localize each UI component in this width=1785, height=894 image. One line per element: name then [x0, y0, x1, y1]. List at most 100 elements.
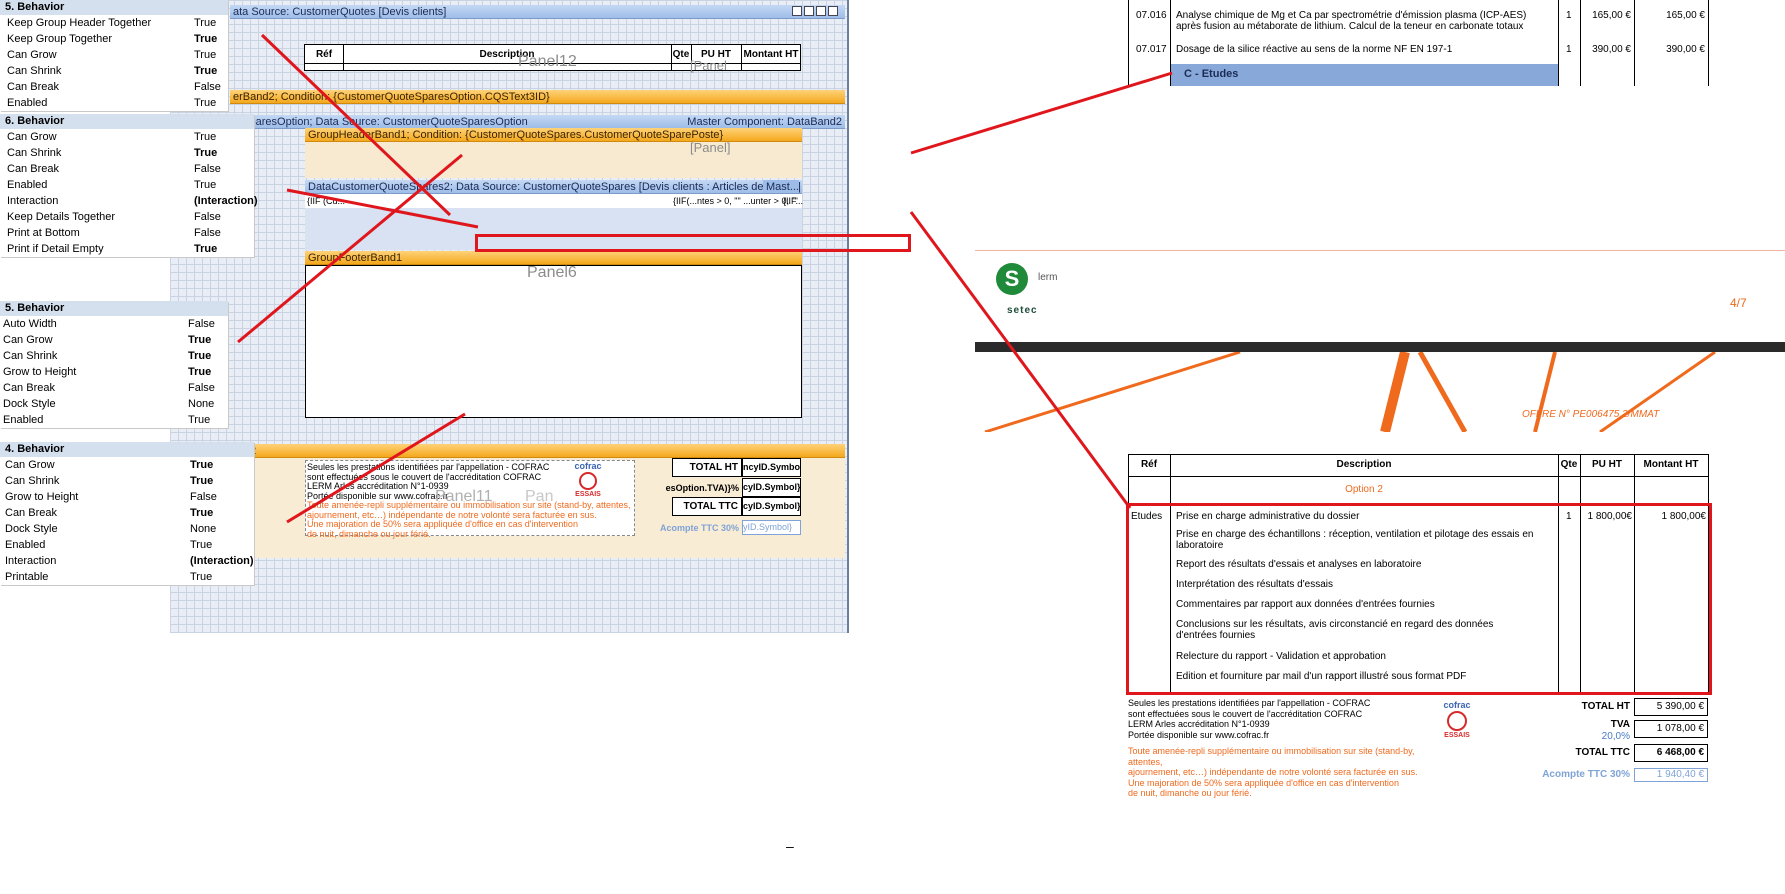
prop-value[interactable]: True [194, 63, 217, 79]
data-row[interactable]: {IIF (Cu... {IIF(...ntes > 0, "" ...unte… [305, 194, 803, 208]
prop-row[interactable]: Can Break False [0, 380, 228, 396]
prop-row[interactable]: Dock Style None [0, 521, 254, 537]
panel6[interactable] [305, 265, 802, 418]
behavior-panel-group-header[interactable]: 5. Behavior Keep Group Header Together Tr… [0, 0, 228, 111]
prop-value[interactable]: False [194, 79, 221, 95]
prop-row[interactable]: Can Shrink True [0, 348, 228, 364]
prop-row[interactable]: Interaction (Interaction) [0, 193, 258, 209]
prop-value[interactable]: True [190, 473, 213, 489]
prop-value[interactable]: None [188, 396, 214, 412]
footer-band[interactable]: 2 [230, 444, 845, 458]
prop-row[interactable]: Can Break True [0, 505, 254, 521]
prop-value[interactable]: True [188, 348, 211, 364]
total-ht-value[interactable]: ncyID.Symbol} [742, 458, 801, 477]
prop-row[interactable]: Can Grow True [0, 332, 228, 348]
col-ref[interactable]: Réf [305, 49, 343, 60]
option-data-band[interactable]: teSparesOption; Data Source: CustomerQuo… [230, 115, 845, 129]
behavior-panel-data-band[interactable]: 6. Behavior Can Grow True Can Shrink True … [0, 114, 258, 257]
section-row: C - Etudes [1171, 64, 1558, 86]
tva-value[interactable]: cyID.Symbol} [742, 478, 801, 497]
col-description[interactable]: Description [343, 49, 671, 60]
prop-value[interactable]: False [194, 225, 221, 241]
group-band-condition[interactable]: erBand2; Condition: {CustomerQuoteSpares… [230, 90, 845, 104]
prop-row[interactable]: Enabled True [0, 412, 228, 428]
prop-value[interactable]: True [194, 145, 217, 161]
prop-value[interactable]: True [194, 31, 217, 47]
prop-row[interactable]: Enabled True [0, 95, 228, 111]
data-cell-ref[interactable]: {IIF (Cu... [307, 194, 345, 208]
prop-row[interactable]: Print at Bottom False [0, 225, 254, 241]
prop-value[interactable]: True [190, 457, 213, 473]
prop-row[interactable]: Interaction (Interaction) [0, 553, 254, 569]
col-montant[interactable]: Montant HT [741, 49, 801, 60]
prop-row[interactable]: Can Grow True [0, 47, 228, 63]
table-border [1128, 454, 1709, 455]
data-cell-amount[interactable]: {IIF... [783, 194, 803, 208]
setec-brand: setec [1007, 305, 1038, 316]
prop-value[interactable]: True [190, 569, 212, 585]
prop-row[interactable]: Can Grow True [0, 129, 254, 145]
prop-value[interactable]: True [194, 47, 216, 63]
prop-row[interactable]: Keep Group Header Together True [0, 15, 228, 31]
prop-row[interactable]: Grow to Height False [0, 489, 254, 505]
report-title-band[interactable]: ata Source: CustomerQuotes [Devis client… [230, 5, 845, 19]
row-montant: 390,00 € [1666, 44, 1705, 55]
data-band-header[interactable]: DataCustomerQuoteSpares2; Data Source: C… [305, 180, 802, 194]
prop-row[interactable]: Auto Width False [0, 316, 228, 332]
prop-row[interactable]: Grow to Height True [0, 364, 228, 380]
group-footer-band[interactable]: GroupFooterBand1 [305, 251, 802, 265]
prop-value[interactable]: False [190, 489, 217, 505]
row-desc: Dosage de la silice réactive au sens de … [1176, 44, 1453, 55]
total-ttc-label[interactable]: TOTAL TTC [672, 497, 742, 516]
prop-row[interactable]: Can Break False [0, 79, 228, 95]
prop-value[interactable]: True [188, 364, 211, 380]
prop-value[interactable]: False [194, 209, 221, 225]
acompte-value[interactable]: yID.Symbol} [742, 520, 801, 535]
data-cell-price[interactable]: {IIF(...ntes > 0, "" ...unter > 0, "" [673, 194, 798, 208]
total-ht-label[interactable]: TOTAL HT [672, 458, 742, 477]
prop-value[interactable]: True [194, 129, 216, 145]
close-icon[interactable] [828, 6, 838, 16]
prop-row[interactable]: Print if Detail Empty True [0, 241, 254, 257]
dash-mark: – [786, 838, 794, 854]
prop-value[interactable]: False [188, 316, 215, 332]
prop-value[interactable]: True [188, 412, 210, 428]
group-footer-text: GroupFooterBand1 [308, 252, 403, 264]
prop-value[interactable]: True [190, 505, 213, 521]
prop-value[interactable]: False [194, 161, 221, 177]
tva-label[interactable]: esOption.TVA)}% [658, 480, 742, 497]
prop-value[interactable]: True [194, 15, 216, 31]
prop-row[interactable]: Can Shrink True [0, 63, 228, 79]
report-designer[interactable]: ata Source: CustomerQuotes [Devis client… [170, 0, 849, 633]
prop-row[interactable]: Printable True [0, 569, 254, 585]
col-qte[interactable]: Qte [671, 49, 691, 60]
prop-value[interactable]: True [194, 95, 216, 111]
prop-row[interactable]: Keep Details Together False [0, 209, 254, 225]
acompte-label[interactable]: Acompte TTC 30% [654, 521, 742, 535]
prop-value[interactable]: True [194, 241, 217, 257]
behavior-panel-footer[interactable]: 4. Behavior Can Grow True Can Shrink True … [0, 442, 254, 585]
highlight-detail-row [475, 234, 911, 252]
prop-row[interactable]: Can Break False [0, 161, 254, 177]
prop-value[interactable]: True [194, 177, 216, 193]
prop-key: Keep Group Header Together [7, 17, 152, 29]
prop-value[interactable]: True [188, 332, 211, 348]
prop-value[interactable]: True [190, 537, 212, 553]
minimize-icon[interactable] [792, 6, 802, 16]
prop-row[interactable]: Keep Group Together True [0, 31, 228, 47]
prop-value[interactable]: False [188, 380, 215, 396]
behavior-panel-panel6[interactable]: 5. Behavior Auto Width False Can Grow True… [0, 301, 228, 428]
restore-icon[interactable] [804, 6, 814, 16]
prop-row[interactable]: Dock Style None [0, 396, 228, 412]
prop-row[interactable]: Can Shrink True [0, 473, 254, 489]
prop-row[interactable]: Enabled True [0, 177, 254, 193]
prop-value[interactable]: (Interaction) [190, 553, 254, 569]
prop-value[interactable]: None [190, 521, 216, 537]
total-ttc-value[interactable]: cyID.Symbol} [742, 497, 801, 516]
prop-row[interactable]: Enabled True [0, 537, 254, 553]
prop-row[interactable]: Can Grow True [0, 457, 254, 473]
prop-row[interactable]: Can Shrink True [0, 145, 254, 161]
prop-value[interactable]: (Interaction) [194, 193, 258, 209]
footer-warning-line: ajournement, etc…) indépendante de notre… [1128, 767, 1418, 777]
maximize-icon[interactable] [816, 6, 826, 16]
